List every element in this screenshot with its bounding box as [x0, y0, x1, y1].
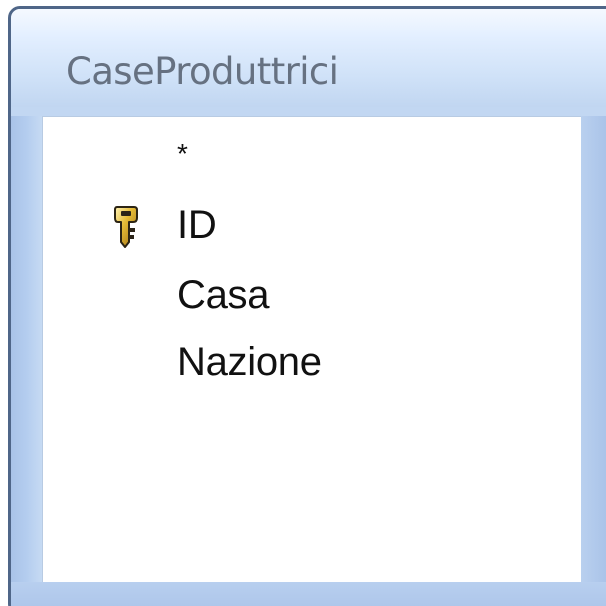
- table-title: CaseProduttrici: [66, 50, 339, 93]
- field-list: * ID Casa Nazione: [42, 116, 581, 583]
- key-icon: [114, 204, 138, 248]
- field-label-all-fields: *: [177, 138, 188, 169]
- field-label-id: ID: [177, 203, 217, 247]
- field-list-bottom-frame: [11, 582, 606, 606]
- field-row-all-fields[interactable]: *: [43, 134, 581, 188]
- field-label-nazione: Nazione: [177, 340, 322, 384]
- design-view-canvas: CaseProduttrici * ID Casa Nazione: [0, 0, 606, 606]
- field-list-right-frame: [581, 116, 606, 582]
- field-label-casa: Casa: [177, 273, 270, 317]
- table-field-list-window[interactable]: CaseProduttrici * ID Casa Nazione: [8, 6, 606, 606]
- table-title-bar[interactable]: CaseProduttrici: [11, 9, 606, 107]
- field-list-left-frame: [11, 116, 42, 582]
- field-row-casa[interactable]: Casa: [43, 268, 581, 322]
- field-row-nazione[interactable]: Nazione: [43, 335, 581, 389]
- field-row-id[interactable]: ID: [43, 198, 581, 252]
